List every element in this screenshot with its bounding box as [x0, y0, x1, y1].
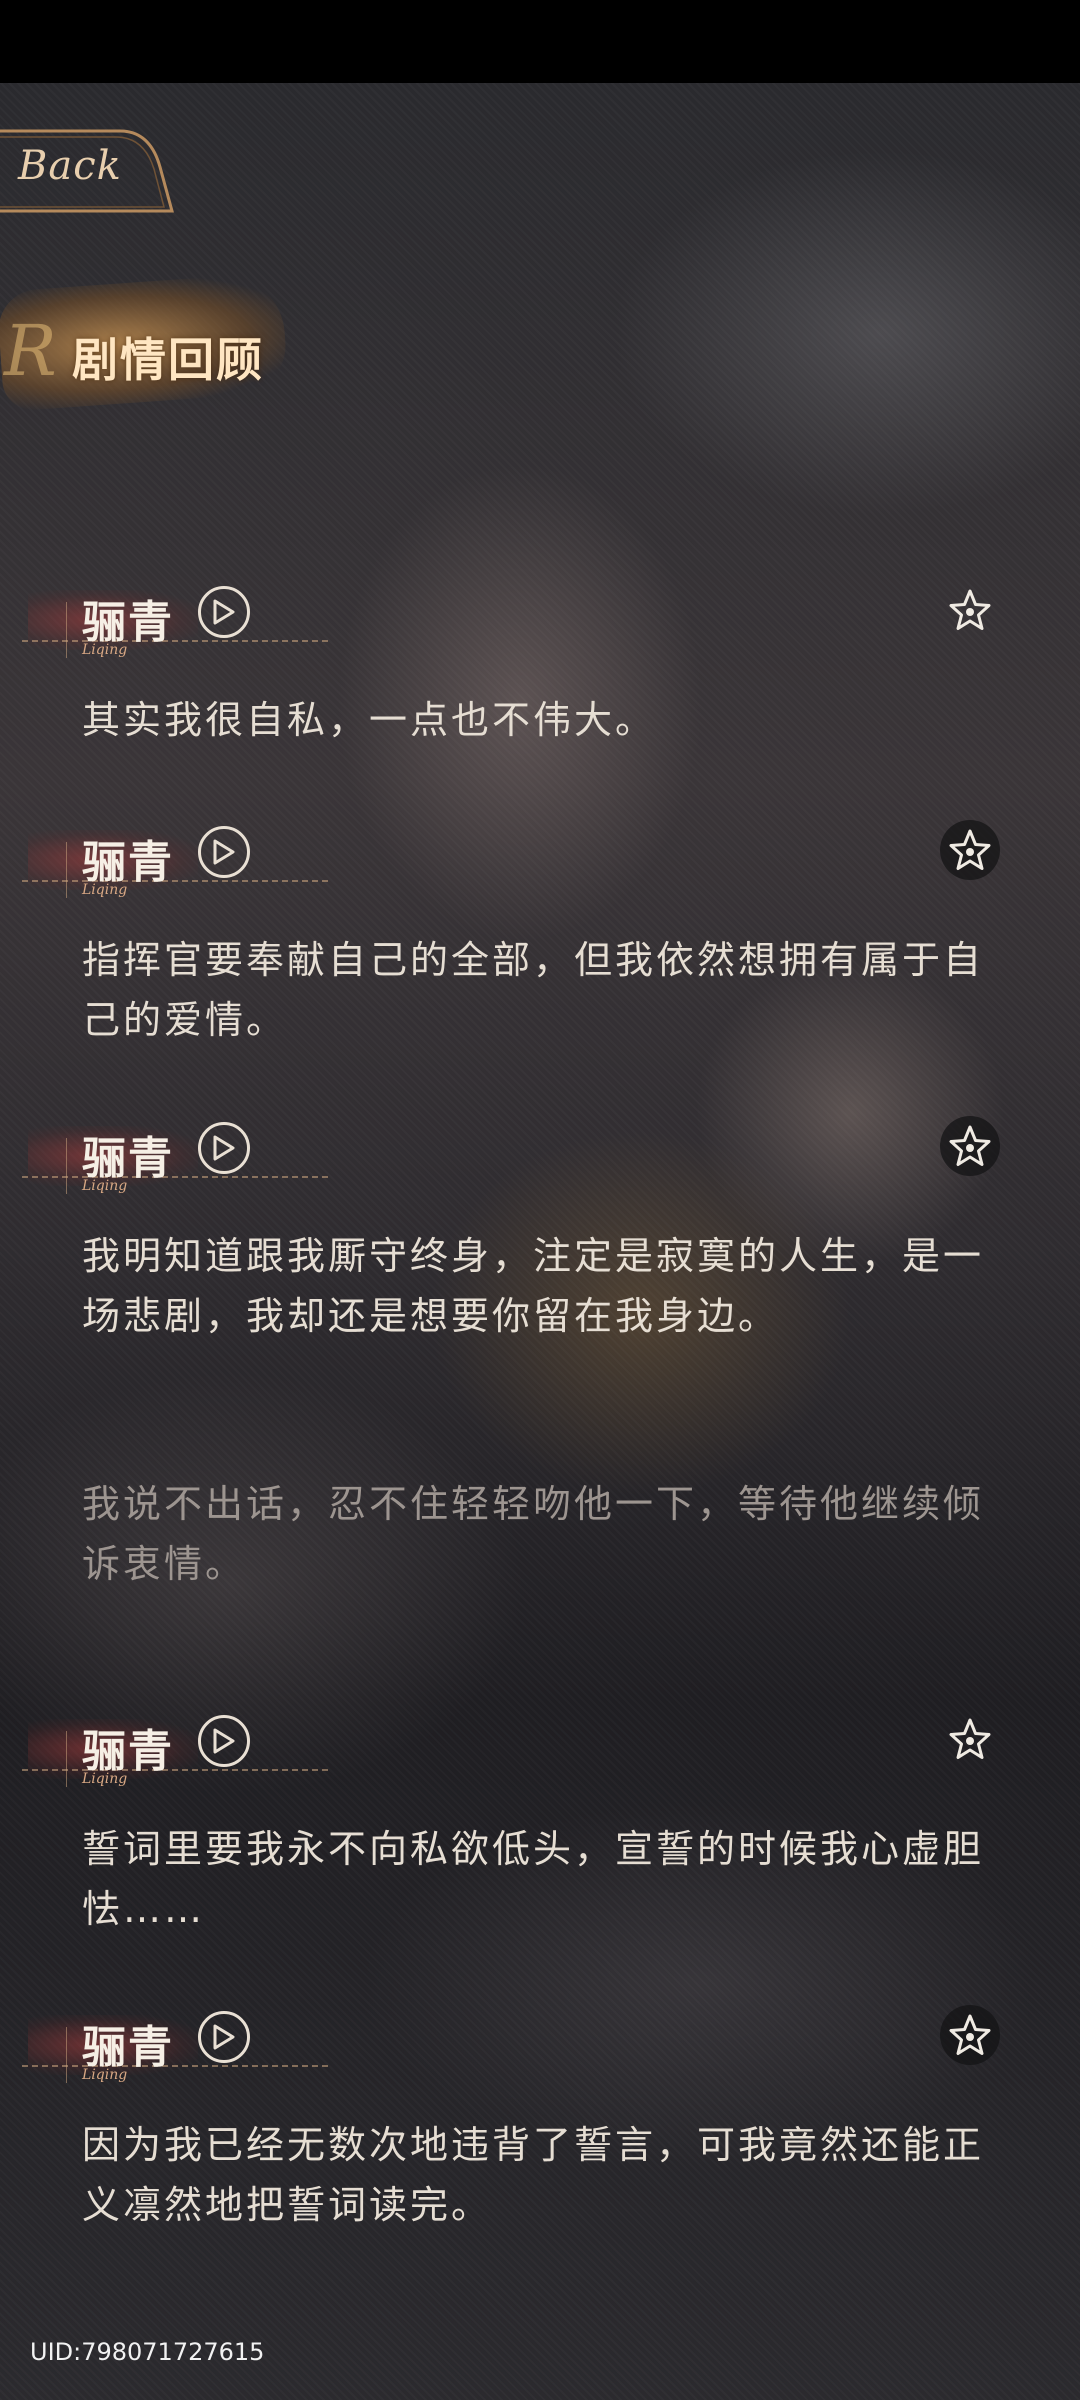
favorite-button[interactable] — [940, 2005, 1000, 2065]
favorite-button[interactable] — [940, 580, 1000, 640]
speaker-romanization: Liqing — [82, 2067, 128, 2083]
speaker-romanization: Liqing — [82, 642, 128, 658]
speaker-divider — [66, 1731, 67, 1787]
dialogue-entry: 骊青 Liqing 誓词里要我永不向私欲低头，宣誓的时候我心虚胆怯…… — [0, 1707, 1080, 1931]
speaker-underline — [22, 640, 328, 642]
play-voice-button[interactable] — [198, 1715, 250, 1767]
dialogue-text: 誓词里要我永不向私欲低头，宣誓的时候我心虚胆怯…… — [82, 1827, 985, 1931]
narration-text: 我说不出话，忍不住轻轻吻他一下，等待他继续倾诉衷情。 — [82, 1482, 985, 1586]
speaker-divider — [66, 2027, 67, 2083]
speaker-row: 骊青 Liqing — [0, 1114, 1080, 1194]
speaker-romanization: Liqing — [82, 1178, 128, 1194]
play-voice-button[interactable] — [198, 1122, 250, 1174]
star-icon — [949, 1718, 991, 1759]
star-icon — [949, 1125, 991, 1166]
speaker-row: 骊青 Liqing — [0, 818, 1080, 898]
star-icon — [949, 2014, 991, 2055]
speaker-name: 骊青 — [82, 1133, 174, 1184]
back-label: Back — [18, 143, 122, 189]
speaker-row: 骊青 Liqing — [0, 578, 1080, 658]
play-icon — [213, 1728, 235, 1754]
title-decoration: R — [4, 310, 57, 392]
speaker-name: 骊青 — [82, 1726, 174, 1777]
speaker-romanization: Liqing — [82, 882, 128, 898]
speaker-romanization: Liqing — [82, 1771, 128, 1787]
speaker-name: 骊青 — [82, 597, 174, 648]
page-title-banner: R 剧情回顾 — [0, 270, 290, 440]
play-icon — [213, 1135, 235, 1161]
speaker-row: 骊青 Liqing — [0, 1707, 1080, 1787]
user-id-label: UID:798071727615 — [30, 2338, 265, 2366]
play-icon — [213, 839, 235, 865]
dialogue-text: 其实我很自私，一点也不伟大。 — [82, 698, 657, 742]
speaker-row: 骊青 Liqing — [0, 2003, 1080, 2083]
speaker-underline — [22, 1769, 328, 1771]
star-icon — [949, 829, 991, 870]
play-icon — [213, 599, 235, 625]
dialogue-entry: 骊青 Liqing 其实我很自私，一点也不伟大。 — [0, 578, 1080, 742]
favorite-button[interactable] — [940, 1709, 1000, 1769]
speaker-underline — [22, 2065, 328, 2067]
dialogue-entry: 骊青 Liqing 因为我已经无数次地违背了誓言，可我竟然还能正义凛然地把誓词读… — [0, 2003, 1080, 2227]
speaker-name: 骊青 — [82, 2022, 174, 2073]
dialogue-text: 指挥官要奉献自己的全部，但我依然想拥有属于自己的爱情。 — [82, 938, 985, 1042]
page-title: 剧情回顾 — [72, 333, 264, 387]
favorite-button[interactable] — [940, 820, 1000, 880]
favorite-button[interactable] — [940, 1116, 1000, 1176]
speaker-divider — [66, 602, 67, 658]
dialogue-text: 因为我已经无数次地违背了誓言，可我竟然还能正义凛然地把誓词读完。 — [82, 2123, 985, 2227]
speaker-divider — [66, 842, 67, 898]
speaker-divider — [66, 1138, 67, 1194]
play-voice-button[interactable] — [198, 586, 250, 638]
back-button[interactable]: Back — [0, 127, 182, 219]
dialogue-entry: 骊青 Liqing 指挥官要奉献自己的全部，但我依然想拥有属于自己的爱情。 — [0, 818, 1080, 1042]
speaker-underline — [22, 880, 328, 882]
dialogue-entry: 骊青 Liqing 我明知道跟我厮守终身，注定是寂寞的人生，是一场悲剧，我却还是… — [0, 1114, 1080, 1338]
status-bar — [0, 0, 1080, 83]
dialogue-text: 我明知道跟我厮守终身，注定是寂寞的人生，是一场悲剧，我却还是想要你留在我身边。 — [82, 1234, 985, 1338]
speaker-underline — [22, 1176, 328, 1178]
speaker-name: 骊青 — [82, 837, 174, 888]
play-icon — [213, 2024, 235, 2050]
play-voice-button[interactable] — [198, 826, 250, 878]
star-icon — [949, 589, 991, 630]
play-voice-button[interactable] — [198, 2011, 250, 2063]
